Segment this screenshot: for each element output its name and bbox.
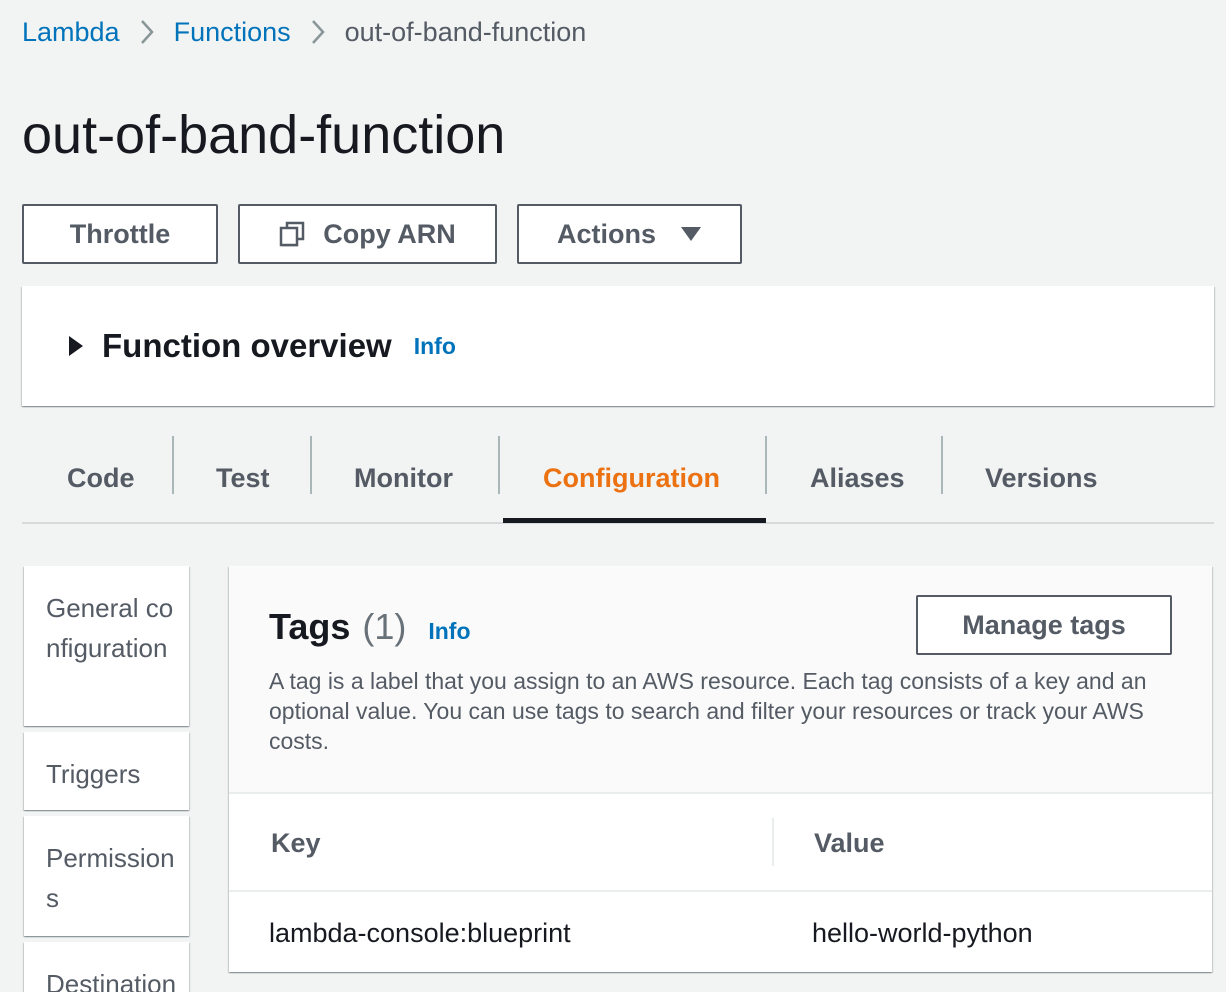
tags-count: (1) bbox=[362, 606, 407, 647]
manage-tags-button[interactable]: Manage tags bbox=[916, 595, 1172, 655]
throttle-button[interactable]: Throttle bbox=[22, 204, 218, 264]
throttle-button-label: Throttle bbox=[69, 218, 171, 249]
caret-down-icon bbox=[680, 226, 702, 242]
function-tabs: Code Test Monitor Configuration Aliases … bbox=[22, 434, 1214, 524]
actions-button-label: Actions bbox=[556, 218, 656, 249]
sidenav-item-general-configuration[interactable]: General configuration bbox=[24, 566, 189, 726]
tab-aliases[interactable]: Aliases bbox=[810, 434, 905, 522]
breadcrumb-functions-link[interactable]: Functions bbox=[174, 17, 291, 48]
chevron-right-icon bbox=[140, 19, 154, 45]
actions-dropdown-button[interactable]: Actions bbox=[517, 204, 742, 264]
manage-tags-button-label: Manage tags bbox=[962, 609, 1126, 640]
tags-title: Tags bbox=[269, 606, 351, 647]
table-row-divider bbox=[229, 890, 1212, 892]
tab-monitor[interactable]: Monitor bbox=[354, 434, 453, 522]
tab-test[interactable]: Test bbox=[216, 434, 270, 522]
tags-title-group: Tags (1) Info bbox=[269, 606, 471, 648]
copy-arn-button[interactable]: Copy ARN bbox=[238, 204, 497, 264]
active-tab-indicator bbox=[503, 518, 766, 523]
column-header-value: Value bbox=[814, 828, 885, 858]
sidenav-item-permissions[interactable]: Permissions bbox=[24, 816, 189, 936]
tab-configuration[interactable]: Configuration bbox=[543, 434, 720, 522]
tag-value-cell: hello-world-python bbox=[812, 918, 1033, 948]
tags-info-link[interactable]: Info bbox=[428, 618, 470, 645]
breadcrumb: Lambda Functions out-of-band-function bbox=[22, 14, 586, 50]
function-overview-panel: Function overview Info bbox=[22, 286, 1214, 406]
breadcrumb-current: out-of-band-function bbox=[344, 16, 587, 47]
column-header-key: Key bbox=[271, 828, 321, 858]
chevron-right-icon bbox=[311, 19, 325, 45]
configuration-sidenav: General configuration Triggers Permissio… bbox=[24, 566, 189, 992]
tag-key-cell: lambda-console:blueprint bbox=[269, 918, 571, 948]
copy-icon bbox=[279, 221, 305, 247]
tags-panel: Tags (1) Info Manage tags A tag is a lab… bbox=[229, 566, 1212, 972]
tab-divider bbox=[310, 436, 312, 494]
page-title: out-of-band-function bbox=[22, 105, 506, 165]
copy-arn-button-label: Copy ARN bbox=[323, 218, 456, 249]
column-divider bbox=[772, 818, 774, 866]
tags-description: A tag is a label that you assign to an A… bbox=[269, 668, 1147, 754]
sidenav-item-triggers[interactable]: Triggers bbox=[24, 732, 189, 810]
tab-versions[interactable]: Versions bbox=[985, 434, 1098, 522]
function-overview-title[interactable]: Function overview bbox=[102, 327, 392, 365]
tab-divider bbox=[498, 436, 500, 494]
caret-right-icon[interactable] bbox=[68, 335, 84, 357]
tab-code[interactable]: Code bbox=[67, 434, 135, 522]
tab-divider bbox=[172, 436, 174, 494]
tags-panel-header: Tags (1) Info Manage tags A tag is a lab… bbox=[229, 566, 1212, 794]
sidenav-item-destinations[interactable]: Destinations bbox=[24, 942, 189, 992]
breadcrumb-lambda-link[interactable]: Lambda bbox=[22, 17, 120, 48]
function-overview-info-link[interactable]: Info bbox=[414, 333, 456, 360]
tab-divider bbox=[941, 436, 943, 494]
tab-divider bbox=[765, 436, 767, 494]
